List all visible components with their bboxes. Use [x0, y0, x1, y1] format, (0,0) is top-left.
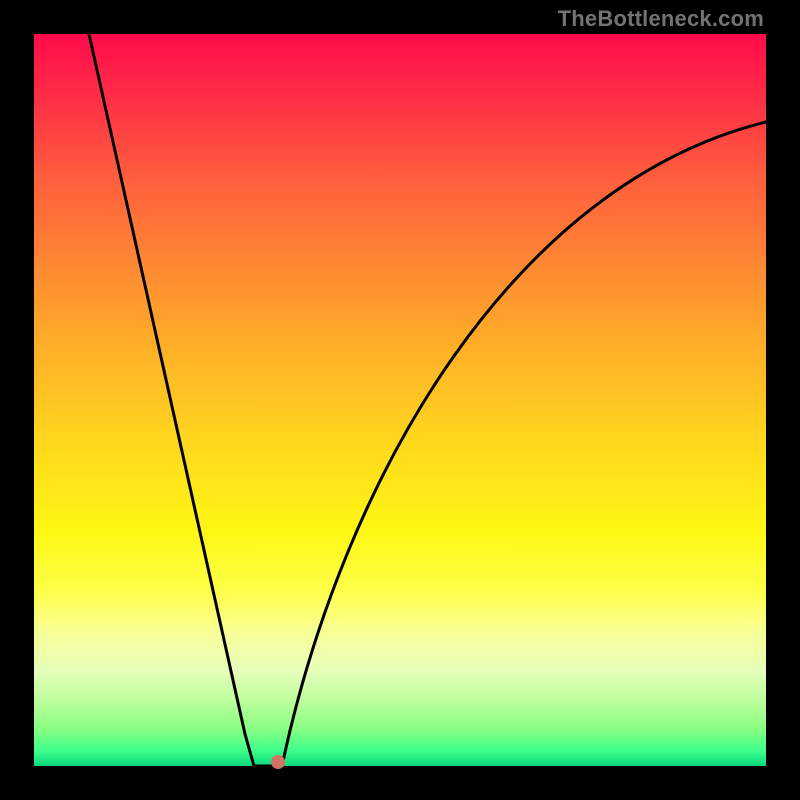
attribution-label: TheBottleneck.com	[558, 6, 764, 32]
bottleneck-curve	[34, 34, 766, 766]
curve-right-branch	[282, 122, 766, 766]
chart-plot-area	[34, 34, 766, 766]
curve-left-branch	[89, 34, 254, 766]
optimal-point-marker	[271, 755, 285, 769]
